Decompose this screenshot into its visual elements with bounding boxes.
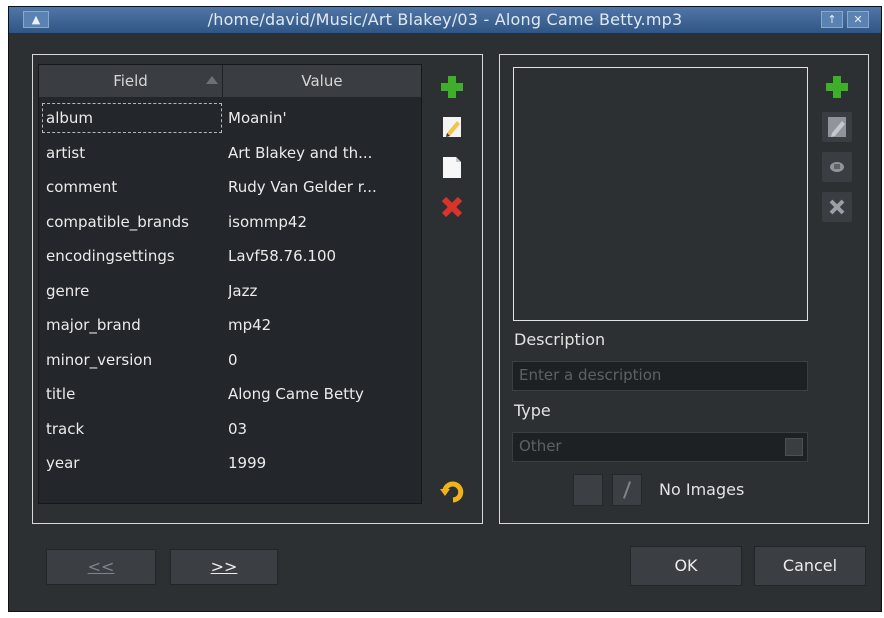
next-file-label: >> [210, 557, 238, 576]
field-cell[interactable]: album [46, 101, 221, 135]
previous-image-button[interactable] [573, 474, 603, 506]
cover-image-preview [513, 67, 808, 321]
value-cell[interactable]: isommp42 [228, 205, 412, 239]
next-file-button[interactable]: >> [170, 549, 278, 585]
plus-icon [441, 76, 463, 98]
table-header: Field Value [39, 65, 421, 97]
ok-button[interactable]: OK [630, 546, 742, 586]
slash-icon [622, 481, 632, 499]
value-cell[interactable]: 0 [228, 343, 412, 377]
edit-icon [443, 117, 461, 137]
field-cell[interactable]: minor_version [46, 343, 221, 377]
value-cell[interactable]: Rudy Van Gelder r... [228, 170, 412, 204]
table-row[interactable]: year 1999 [39, 446, 421, 480]
field-cell[interactable]: genre [46, 274, 221, 308]
edit-tag-button[interactable] [437, 112, 467, 142]
add-tag-button[interactable] [437, 72, 467, 102]
value-cell[interactable]: Jazz [228, 274, 412, 308]
tag-table[interactable]: Field Value album Moanin' artist Art Blakey… [38, 64, 422, 504]
dropdown-icon [785, 438, 803, 456]
revert-button[interactable] [437, 476, 467, 506]
table-row[interactable]: comment Rudy Van Gelder r... [39, 170, 421, 204]
maximize-button[interactable]: ↑ [821, 11, 843, 28]
delete-icon [829, 199, 845, 215]
field-cell[interactable]: title [46, 377, 221, 411]
remove-tag-button[interactable] [437, 192, 467, 222]
value-column-header[interactable]: Value [223, 65, 421, 97]
export-image-button[interactable] [822, 152, 852, 182]
value-cell[interactable]: Along Came Betty [228, 377, 412, 411]
type-label: Type [514, 401, 551, 420]
field-cell[interactable]: encodingsettings [46, 239, 221, 273]
close-button[interactable]: ✕ [847, 11, 869, 28]
field-cell[interactable]: year [46, 446, 221, 480]
table-row[interactable]: encodingsettings Lavf58.76.100 [39, 239, 421, 273]
field-cell[interactable]: track [46, 412, 221, 446]
cancel-button[interactable]: Cancel [754, 546, 866, 586]
table-row[interactable]: genre Jazz [39, 274, 421, 308]
field-cell[interactable]: comment [46, 170, 221, 204]
ok-label: OK [674, 556, 698, 575]
next-image-button[interactable] [612, 474, 642, 506]
cancel-label: Cancel [782, 556, 838, 575]
value-cell[interactable]: Lavf58.76.100 [228, 239, 412, 273]
table-row[interactable]: artist Art Blakey and th... [39, 136, 421, 170]
value-cell[interactable]: 03 [228, 412, 412, 446]
table-row[interactable]: album Moanin' [39, 101, 421, 135]
type-select-value: Other [519, 437, 562, 455]
value-cell[interactable]: mp42 [228, 308, 412, 342]
edit-image-button[interactable] [822, 112, 852, 142]
plus-icon [826, 76, 848, 98]
document-icon [443, 157, 461, 178]
type-select[interactable]: Other [512, 432, 808, 462]
remove-image-button[interactable] [822, 192, 852, 222]
description-input[interactable]: Enter a description [512, 361, 808, 391]
undo-icon [440, 481, 464, 503]
edit-icon [828, 117, 846, 137]
sort-up-icon [206, 76, 218, 84]
field-cell[interactable]: major_brand [46, 308, 221, 342]
field-cell[interactable]: compatible_brands [46, 205, 221, 239]
table-row[interactable]: title Along Came Betty [39, 377, 421, 411]
save-icon [830, 162, 844, 172]
table-row[interactable]: minor_version 0 [39, 343, 421, 377]
field-cell[interactable]: artist [46, 136, 221, 170]
copy-tag-button[interactable] [437, 152, 467, 182]
no-images-text: No Images [659, 480, 745, 499]
value-cell[interactable]: 1999 [228, 446, 412, 480]
title-bar: ▲ /home/david/Music/Art Blakey/03 - Alon… [9, 7, 881, 34]
value-cell[interactable]: Art Blakey and th... [228, 136, 412, 170]
window-title: /home/david/Music/Art Blakey/03 - Along … [207, 10, 683, 29]
value-cell[interactable]: Moanin' [228, 101, 412, 135]
description-label: Description [514, 330, 606, 349]
previous-file-button[interactable]: << [46, 549, 156, 585]
table-row[interactable]: major_brand mp42 [39, 308, 421, 342]
previous-file-label: << [87, 557, 115, 576]
table-row[interactable]: track 03 [39, 412, 421, 446]
add-image-button[interactable] [822, 72, 852, 102]
table-row[interactable]: compatible_brands isommp42 [39, 205, 421, 239]
delete-icon [441, 196, 463, 218]
field-column-header[interactable]: Field [39, 65, 223, 97]
